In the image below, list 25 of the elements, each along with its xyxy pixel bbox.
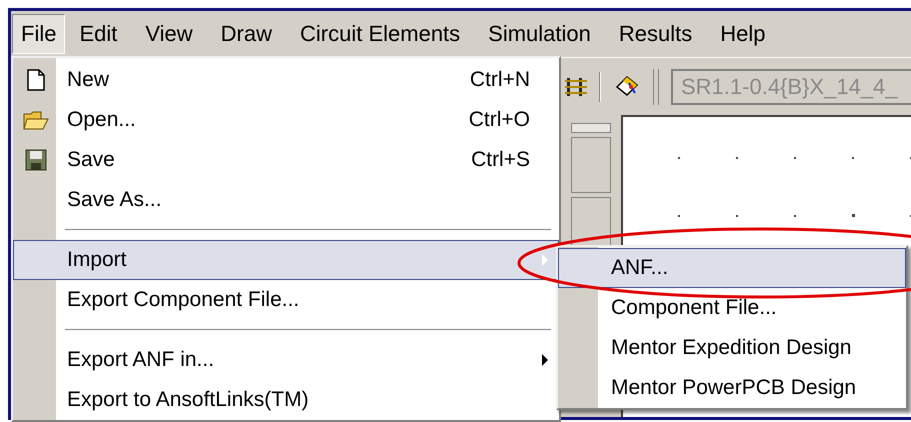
menu-bar-item[interactable]: Results — [604, 14, 706, 54]
menu-item[interactable]: Open... Ctrl+O — [13, 100, 559, 140]
grid-icon[interactable] — [565, 76, 587, 96]
menu-bar-item[interactable]: Simulation — [474, 14, 605, 54]
menu-bar-item[interactable]: Help — [706, 14, 780, 54]
menu-bar-item[interactable]: View — [131, 14, 207, 54]
menu-bar-item[interactable]: File — [12, 14, 66, 54]
menu-item[interactable]: Export ANF in... — [13, 340, 559, 380]
menu-item[interactable]: New Ctrl+N — [13, 60, 559, 100]
menu-item[interactable]: Save As... — [13, 180, 559, 220]
menu-item[interactable]: Mentor PowerPCB Design — [558, 368, 906, 408]
new-file-icon — [26, 69, 44, 91]
menu-item[interactable]: Mentor Expedition Design — [558, 328, 906, 368]
panel-button[interactable] — [571, 123, 611, 133]
menu-item[interactable]: Import — [13, 240, 559, 280]
menu-item[interactable]: Export to AnsoftLinks(TM) — [13, 380, 559, 420]
menu-bar-item[interactable]: Circuit Elements — [286, 14, 474, 54]
menu-item[interactable]: ANF... — [558, 248, 906, 288]
panel-button[interactable] — [571, 137, 611, 193]
menu-bar-item[interactable]: Draw — [206, 14, 286, 54]
menu-item[interactable]: Component File... — [558, 288, 906, 328]
folder-icon — [22, 110, 48, 130]
menu-item[interactable]: Save Ctrl+S — [13, 140, 559, 180]
menu-bar-item[interactable]: Edit — [65, 14, 132, 54]
menu-item[interactable]: Export Component File... — [13, 280, 559, 320]
